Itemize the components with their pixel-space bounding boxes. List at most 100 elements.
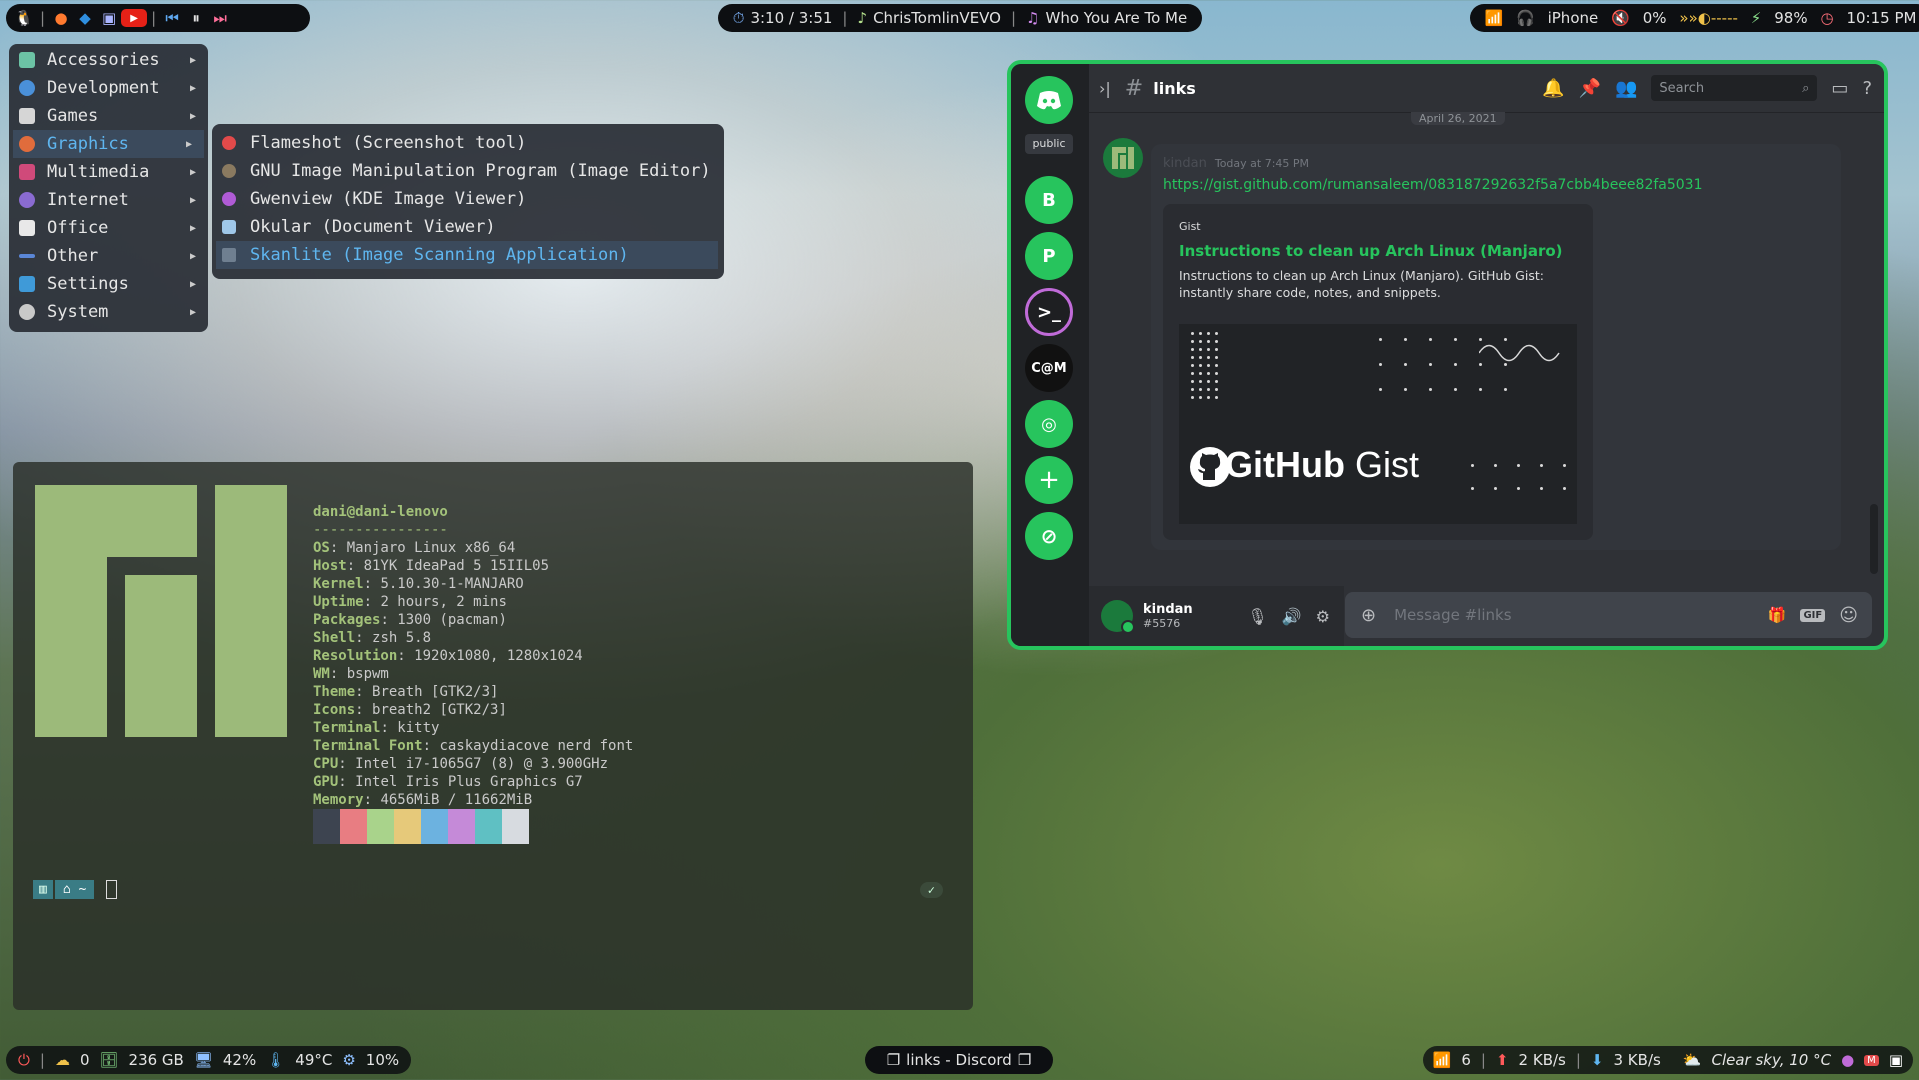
- updates-count[interactable]: 0: [80, 1051, 90, 1069]
- palette-swatch: [394, 809, 421, 844]
- user-avatar[interactable]: [1101, 600, 1135, 634]
- menu-item-graphics[interactable]: Graphics ▶: [13, 130, 204, 158]
- graphics-icon: [19, 136, 35, 152]
- info-shell: Shell: zsh 5.8: [313, 630, 432, 646]
- updates-icon: ☁: [54, 1051, 70, 1069]
- menu-item-games[interactable]: Games ▶: [9, 102, 208, 130]
- wifi-icon[interactable]: 📶: [1484, 9, 1503, 27]
- microphone-icon[interactable]: 🎙: [1247, 607, 1267, 626]
- author-avatar[interactable]: [1103, 138, 1143, 178]
- inbox-icon[interactable]: ▭: [1831, 78, 1848, 99]
- menu-item-internet[interactable]: Internet ▶: [9, 186, 208, 214]
- gimp-icon: [222, 164, 236, 178]
- menu-item-multimedia[interactable]: Multimedia ▶: [9, 158, 208, 186]
- server-label: public: [1025, 134, 1073, 154]
- brightness-bar[interactable]: »»◐-----: [1679, 9, 1738, 27]
- gif-icon[interactable]: GIF: [1800, 608, 1826, 622]
- user-name: kindan: [1143, 602, 1193, 617]
- manjaro-prompt-icon: ▥: [33, 880, 53, 899]
- headset-icon[interactable]: 🔊: [1282, 607, 1302, 626]
- vscode-icon[interactable]: ◆: [73, 7, 97, 29]
- menu-item-office[interactable]: Office ▶: [9, 214, 208, 242]
- separator: |: [842, 9, 848, 27]
- gift-icon[interactable]: 🎁: [1768, 606, 1787, 624]
- submenu-item-gwenview[interactable]: Gwenview (KDE Image Viewer): [212, 185, 724, 213]
- power-icon[interactable]: ⏻: [18, 1051, 30, 1069]
- message-author[interactable]: kindan: [1163, 156, 1207, 171]
- active-window[interactable]: ❐ links - Discord ❐: [865, 1046, 1053, 1074]
- next-track-icon[interactable]: ⏭: [208, 7, 232, 29]
- submenu-item-skanlite[interactable]: Skanlite (Image Scanning Application): [216, 241, 718, 269]
- menu-item-other[interactable]: Other ▶: [9, 242, 208, 270]
- clock[interactable]: 10:15 PM: [1846, 9, 1916, 27]
- info-os: OS: Manjaro Linux x86_64: [313, 540, 516, 556]
- games-icon: [19, 108, 35, 124]
- scrollbar[interactable]: [1870, 504, 1878, 574]
- help-icon[interactable]: ?: [1862, 78, 1872, 99]
- shell-prompt: ▥ ⌂ ~: [33, 880, 118, 899]
- tray-discord-icon[interactable]: ▣: [1889, 1051, 1903, 1069]
- attach-icon[interactable]: ⊕: [1361, 605, 1376, 626]
- message-input[interactable]: Message #links: [1394, 606, 1511, 624]
- terminal-cursor[interactable]: [106, 880, 118, 899]
- linux-penguin-icon[interactable]: 🐧: [12, 7, 36, 29]
- user-host: dani@dani-lenovo: [313, 504, 448, 520]
- server-terminal[interactable]: >_: [1025, 288, 1073, 336]
- battery-icon: ⚡: [1750, 9, 1762, 27]
- server-b[interactable]: B: [1025, 176, 1073, 224]
- previous-track-icon[interactable]: ⏮: [160, 7, 184, 29]
- active-window-title: links - Discord: [906, 1051, 1012, 1069]
- neofetch-output: dani@dani-lenovo ---------------- OS: Ma…: [313, 485, 633, 809]
- members-icon[interactable]: 👥: [1615, 78, 1637, 99]
- separator: |: [1480, 1051, 1486, 1069]
- menu-item-accessories[interactable]: Accessories ▶: [9, 46, 208, 74]
- message-composer[interactable]: ⊕ Message #links 🎁 GIF ☺: [1345, 592, 1872, 638]
- server-cam[interactable]: C@M: [1025, 344, 1073, 392]
- menu-item-development[interactable]: Development ▶: [9, 74, 208, 102]
- collapse-icon[interactable]: ›|: [1099, 79, 1111, 98]
- tray-app-icon[interactable]: ●: [1841, 1051, 1854, 1069]
- search-input[interactable]: Search ⌕: [1651, 75, 1818, 101]
- menu-item-settings[interactable]: Settings ▶: [9, 270, 208, 298]
- pin-icon[interactable]: 📌: [1579, 78, 1601, 99]
- embed-image[interactable]: GitHub Gist: [1179, 324, 1577, 524]
- firefox-icon[interactable]: ●: [49, 7, 73, 29]
- discord-icon[interactable]: ▣: [97, 7, 121, 29]
- message-link[interactable]: https://gist.github.com/rumansaleem/0831…: [1163, 177, 1703, 193]
- media-info: ⏱ 3:10 / 3:51 | ♪ ChrisTomlinVEVO | ♫ Wh…: [718, 4, 1202, 32]
- youtube-icon[interactable]: ▶: [121, 9, 148, 27]
- discord-home-icon[interactable]: [1025, 76, 1073, 124]
- bell-icon[interactable]: 🔔: [1542, 78, 1564, 99]
- settings-gear-icon[interactable]: ⚙: [1316, 607, 1330, 626]
- info-memory: Memory: 4656MiB / 11662MiB: [313, 792, 533, 808]
- server-p[interactable]: P: [1025, 232, 1073, 280]
- tray-mail-icon[interactable]: M: [1864, 1054, 1879, 1066]
- logo-right-bar: [215, 485, 287, 737]
- menu-item-system[interactable]: System ▶: [9, 298, 208, 326]
- bluetooth-device[interactable]: iPhone: [1548, 9, 1599, 27]
- submenu-item-flameshot[interactable]: Flameshot (Screenshot tool): [212, 129, 724, 157]
- weather[interactable]: Clear sky, 10 °C: [1712, 1051, 1832, 1069]
- search-icon: ⌕: [1802, 80, 1810, 96]
- color-palette: [313, 809, 529, 844]
- media-song: Who You Are To Me: [1045, 9, 1188, 27]
- pause-icon[interactable]: ⏸: [184, 7, 208, 29]
- submenu-item-gimp[interactable]: GNU Image Manipulation Program (Image Ed…: [212, 157, 724, 185]
- upload-speed: 2 KB/s: [1518, 1051, 1566, 1069]
- volume-level[interactable]: 0%: [1643, 9, 1667, 27]
- info-theme: Theme: Breath [GTK2/3]: [313, 684, 499, 700]
- terminal-window[interactable]: dani@dani-lenovo ---------------- OS: Ma…: [13, 462, 973, 1010]
- online-status-icon: [1121, 620, 1135, 634]
- submenu-item-okular[interactable]: Okular (Document Viewer): [212, 213, 724, 241]
- server-opensuse-icon[interactable]: ◎: [1025, 400, 1073, 448]
- add-server-icon[interactable]: +: [1025, 456, 1073, 504]
- link-embed: Gist Instructions to clean up Arch Linux…: [1163, 204, 1593, 540]
- logo-middle-bar: [125, 575, 197, 737]
- embed-title[interactable]: Instructions to clean up Arch Linux (Man…: [1179, 242, 1563, 260]
- emoji-icon[interactable]: ☺: [1839, 605, 1858, 626]
- headphones-icon: 🎧: [1516, 9, 1535, 27]
- system-icon: [19, 304, 35, 320]
- other-icon: [19, 254, 35, 258]
- explore-servers-icon[interactable]: ⊘: [1025, 512, 1073, 560]
- system-stats: ⏻ | ☁ 0 🗄 236 GB 🖥 42% 🌡 49°C ⚙ 10%: [6, 1046, 412, 1074]
